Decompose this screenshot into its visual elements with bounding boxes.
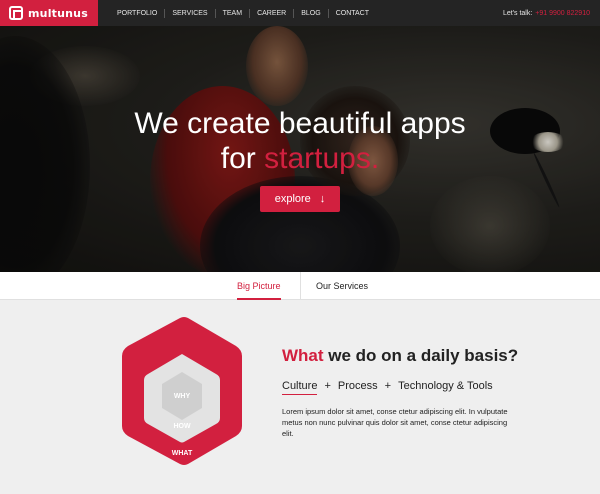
section-title-rest: we do on a daily basis? xyxy=(323,346,519,365)
nav-contact[interactable]: CONTACT xyxy=(327,8,376,18)
logo-icon xyxy=(9,6,23,20)
subnav-technology-tools[interactable]: Technology & Tools xyxy=(398,380,493,395)
subnav-process[interactable]: Process xyxy=(338,380,378,395)
section-body-text: Lorem ipsum dolor sit amet, conse ctetur… xyxy=(282,407,508,438)
subnav-separator: + xyxy=(384,380,392,392)
explore-label: explore xyxy=(274,193,311,205)
tab-big-picture[interactable]: Big Picture xyxy=(237,272,281,300)
explore-button[interactable]: explore ↓ xyxy=(260,186,340,212)
section-title-accent: What xyxy=(282,346,324,365)
nav-portfolio[interactable]: PORTFOLIO xyxy=(110,9,164,18)
main-nav: PORTFOLIO SERVICES TEAM CAREER BLOG CONT… xyxy=(110,0,376,26)
tab-our-services[interactable]: Our Services xyxy=(316,272,368,300)
content-subnav: Culture + Process + Technology & Tools xyxy=(282,380,493,395)
nav-career[interactable]: CAREER xyxy=(249,8,293,18)
hero-title-accent: startups. xyxy=(264,142,380,175)
hexagon-diagram-svg: WHY HOW WHAT xyxy=(122,317,242,465)
hero-banner: We create beautiful apps for startups. e… xyxy=(0,26,600,272)
diagram-label-what: WHAT xyxy=(172,450,193,457)
section-title: What we do on a daily basis? xyxy=(282,346,518,366)
diagram-label-why: WHY xyxy=(174,393,191,400)
nav-team[interactable]: TEAM xyxy=(214,8,249,18)
nav-services[interactable]: SERVICES xyxy=(164,8,214,18)
tab-divider xyxy=(300,272,301,300)
top-navbar: multunus PORTFOLIO SERVICES TEAM CAREER … xyxy=(0,0,600,26)
nav-blog[interactable]: BLOG xyxy=(293,8,327,18)
subnav-separator: + xyxy=(324,380,331,392)
subnav-culture[interactable]: Culture xyxy=(282,380,318,395)
logo[interactable]: multunus xyxy=(0,0,98,26)
hero-title-line-1: We create beautiful apps xyxy=(134,107,466,140)
hero-title-line-2: for startups. xyxy=(0,141,600,176)
section-tabs: Big Picture Our Services xyxy=(0,272,600,300)
arrow-down-icon: ↓ xyxy=(319,193,326,205)
golden-circle-diagram: WHY HOW WHAT xyxy=(114,314,246,468)
contact-info: Let's talk: +91 9900 822910 xyxy=(503,0,590,26)
contact-label: Let's talk: xyxy=(502,9,533,17)
contact-phone-link[interactable]: +91 9900 822910 xyxy=(535,10,590,17)
diagram-label-how: HOW xyxy=(173,423,191,430)
hero-title-prefix: for xyxy=(220,142,265,175)
logo-text: multunus xyxy=(28,6,88,20)
hero-title: We create beautiful apps for startups. xyxy=(0,106,600,176)
